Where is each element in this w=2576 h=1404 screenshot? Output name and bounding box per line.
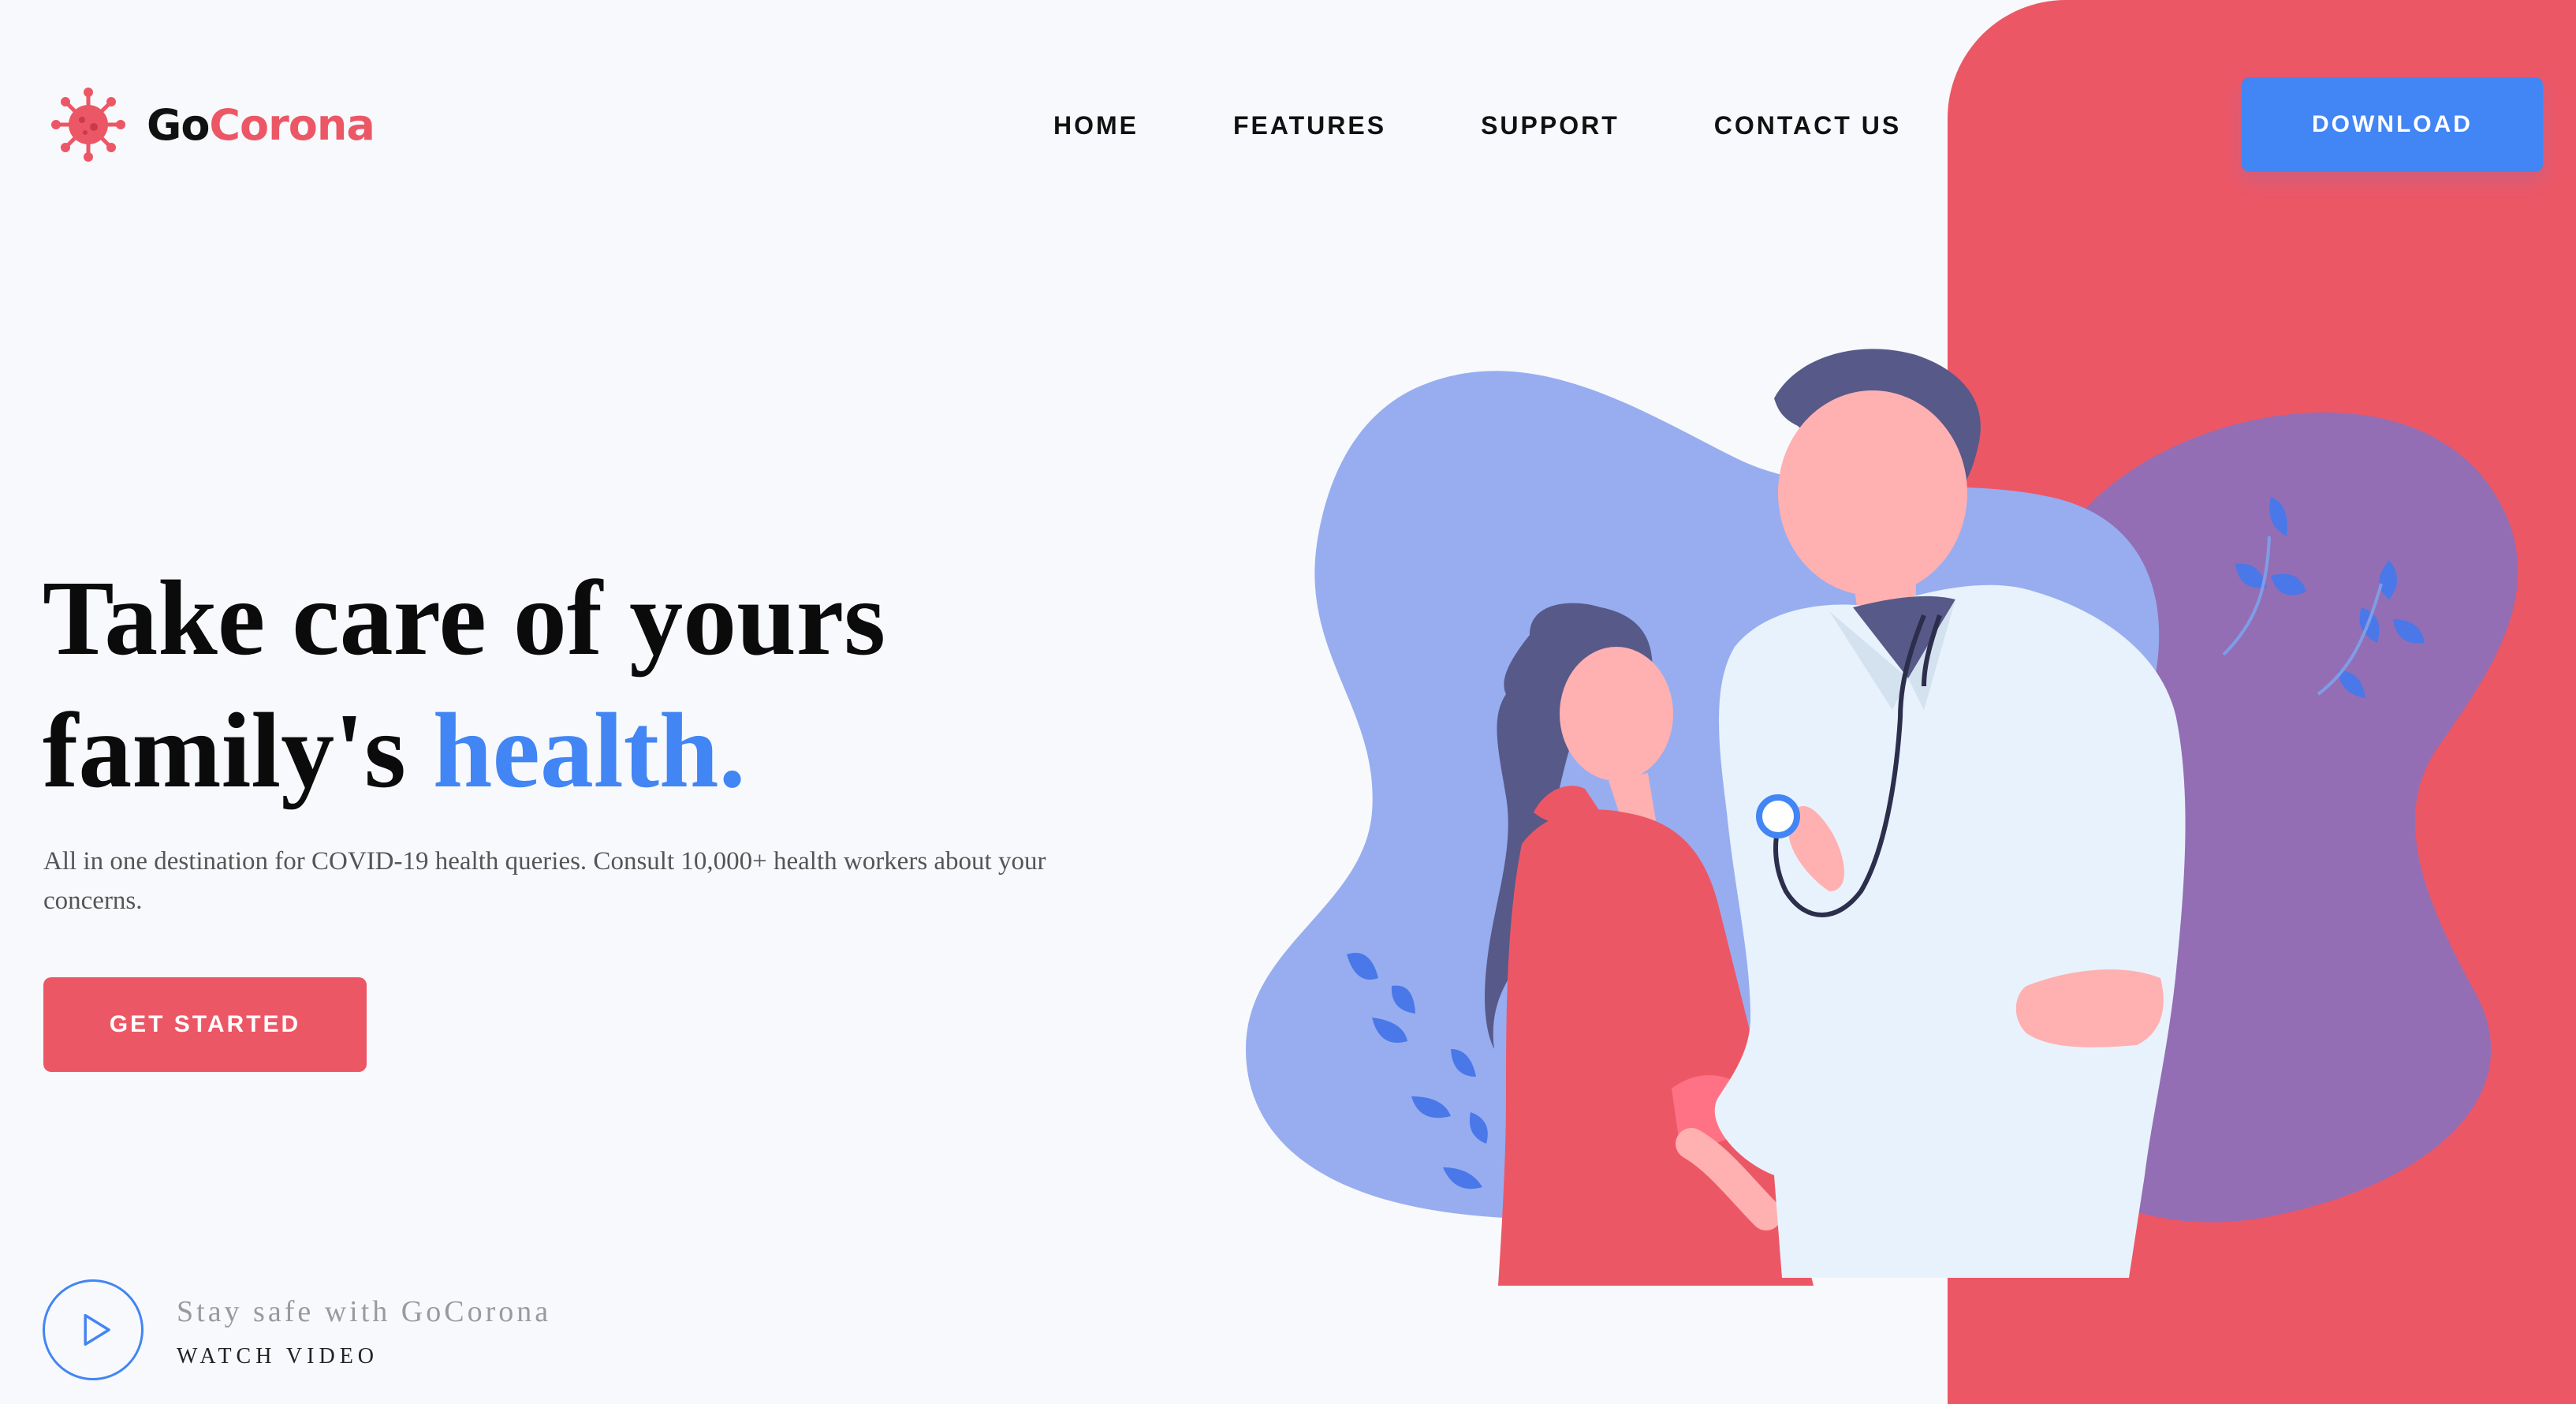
nav-home[interactable]: HOME: [1053, 108, 1139, 143]
girl-face: [1560, 647, 1673, 781]
hero-title-line1: Take care of yours: [43, 559, 886, 678]
brand-name: GoCorona: [147, 100, 375, 150]
download-button[interactable]: DOWNLOAD: [2242, 77, 2543, 172]
hero-title: Take care of yours family's health.: [43, 552, 885, 817]
stethoscope-head: [1756, 794, 1800, 838]
brand-name-part2: Corona: [209, 99, 375, 150]
video-caption: Stay safe with GoCorona: [177, 1295, 552, 1328]
play-video-button[interactable]: [43, 1279, 144, 1380]
play-icon: [84, 1313, 110, 1346]
doctor-coat: [1714, 584, 2186, 1278]
doctor-examining-girl-illustration: [1246, 349, 2518, 1286]
brand-logo[interactable]: GoCorona: [49, 85, 375, 164]
hero-title-highlight: health.: [432, 692, 746, 810]
get-started-button[interactable]: GET STARTED: [43, 977, 367, 1072]
nav-contact-us[interactable]: CONTACT US: [1714, 108, 1901, 143]
nav-support[interactable]: SUPPORT: [1481, 108, 1620, 143]
brand-name-part1: Go: [147, 99, 210, 150]
hero-subtitle: All in one destination for COVID-19 heal…: [43, 847, 1046, 915]
nav-features[interactable]: FEATURES: [1233, 108, 1386, 143]
virus-icon: [51, 88, 125, 162]
main-nav: HOME FEATURES SUPPORT CONTACT US: [1053, 108, 1901, 143]
hero-title-line2: family's: [43, 692, 433, 810]
doctor-face: [1778, 390, 1967, 596]
watch-video-link[interactable]: WATCH VIDEO: [177, 1341, 378, 1372]
